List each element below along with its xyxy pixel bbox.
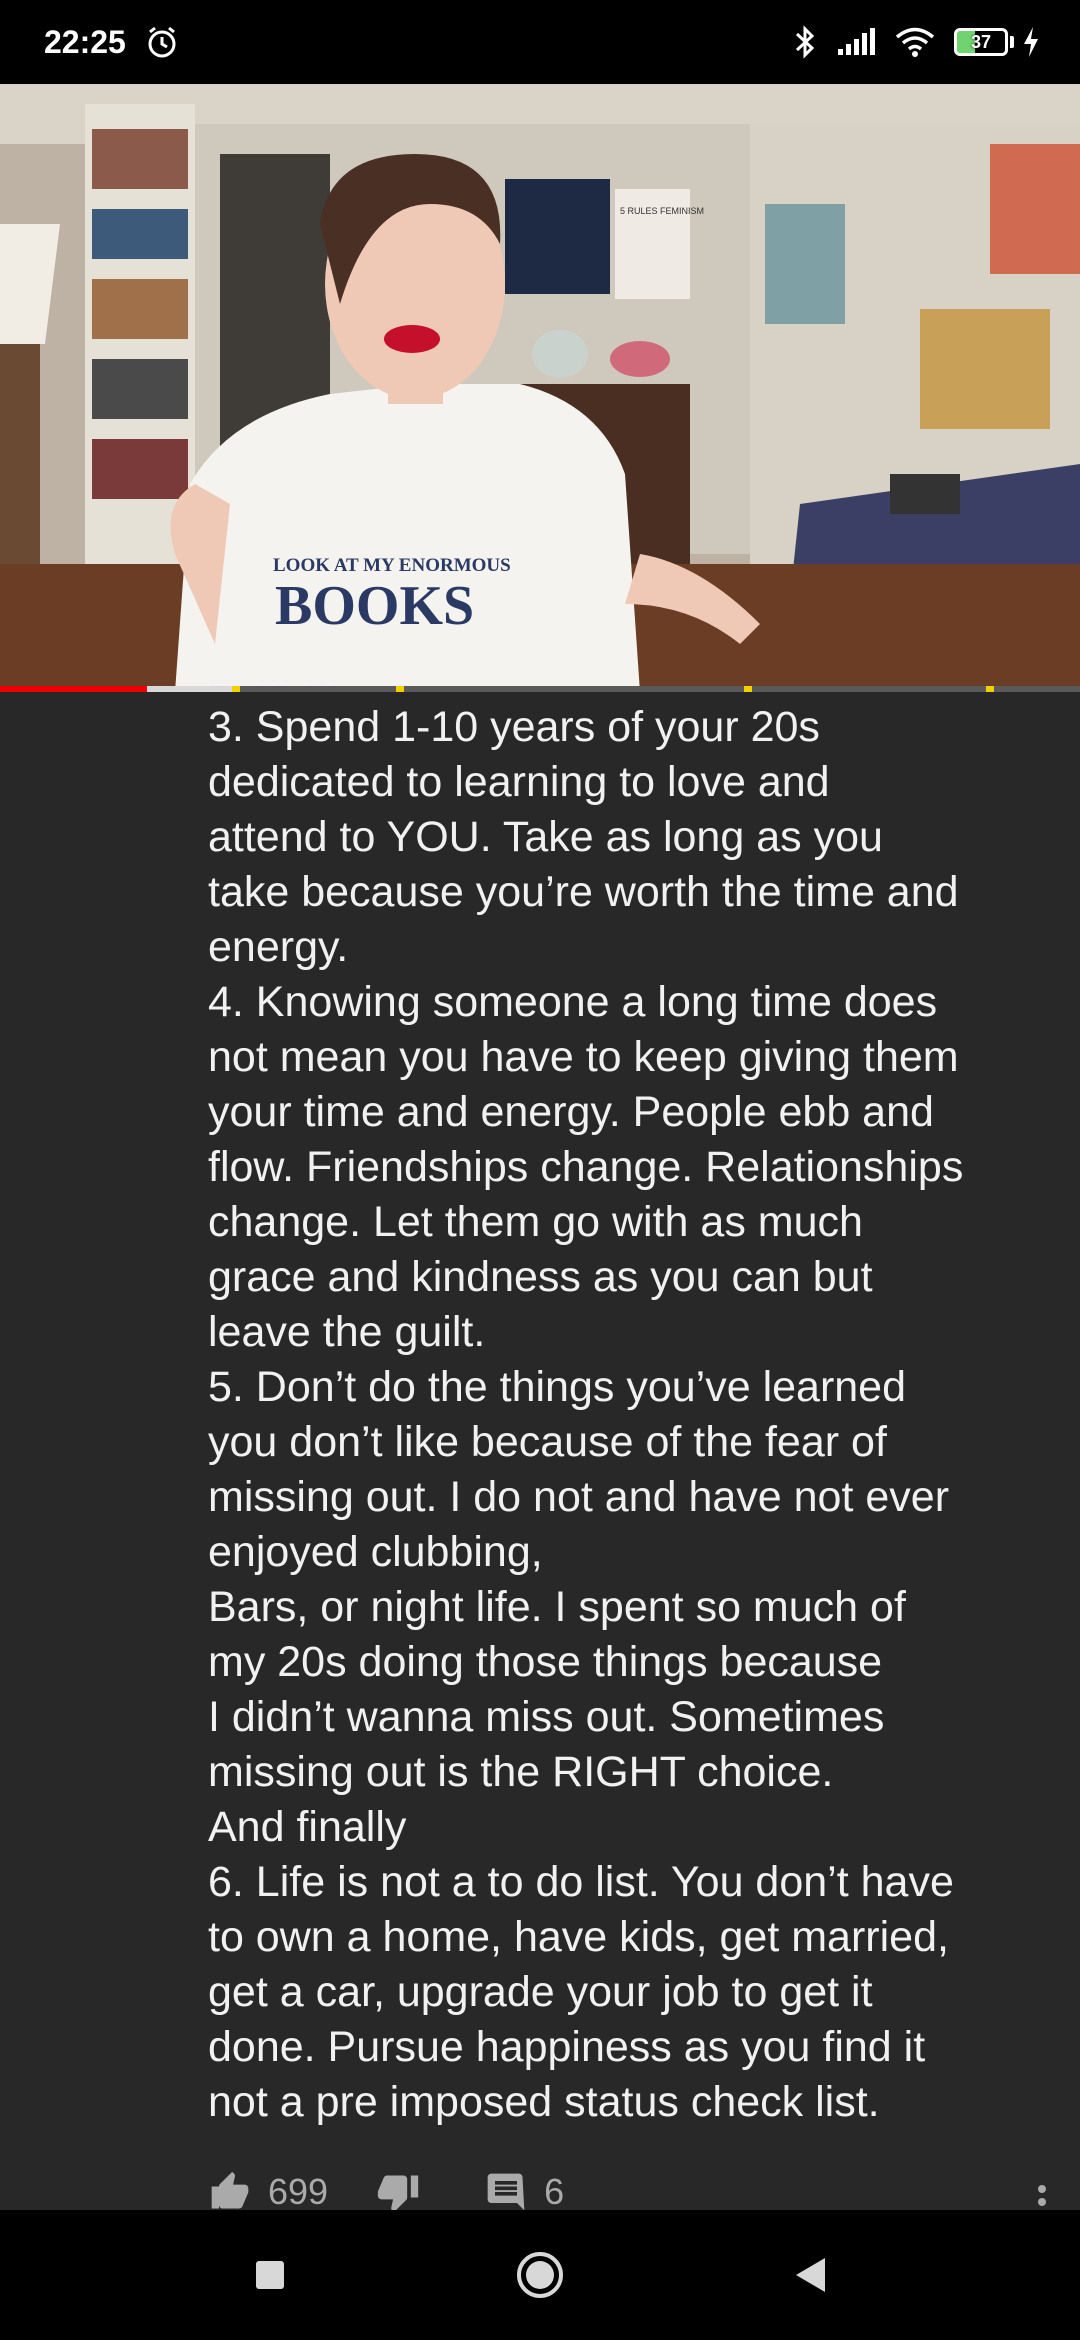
- like-count: 699: [268, 2171, 329, 2210]
- comment-line: grace and kindness as you can but: [208, 1253, 873, 1301]
- status-bar: 22:25 37: [0, 0, 1080, 84]
- comment-line: And finally: [208, 1803, 407, 1851]
- comment-line: attend to YOU. Take as long as you: [208, 813, 883, 861]
- thumbs-up-icon: [211, 2171, 249, 2209]
- dislike-button[interactable]: [376, 2170, 436, 2210]
- alarm-icon: [144, 24, 180, 60]
- clock-time: 22:25: [44, 23, 126, 60]
- triangle-back-icon: [796, 2258, 825, 2292]
- comment-line: energy.: [208, 923, 349, 971]
- comment-line: 6. Life is not a to do list. You don’t h…: [208, 1858, 954, 1906]
- poster-text: 5 RULES FEMINISM: [620, 206, 704, 216]
- shirt-text-top: LOOK AT MY ENORMOUS: [273, 555, 511, 576]
- square-icon: [256, 2261, 284, 2289]
- comment-line: 5. Don’t do the things you’ve learned: [208, 1363, 907, 1411]
- comment-line: missing out is the RIGHT choice.: [208, 1748, 834, 1796]
- bluetooth-icon: [792, 24, 818, 60]
- comment-line: change. Let them go with as much: [208, 1198, 863, 1246]
- thumbs-down-icon: [377, 2175, 419, 2210]
- wifi-icon: [894, 26, 936, 58]
- like-button[interactable]: 699: [208, 2170, 328, 2210]
- comment-line: dedicated to learning to love and: [208, 758, 830, 806]
- comment-line: Bars, or night life. I spent so much of: [208, 1583, 906, 1631]
- back-button[interactable]: [765, 2230, 855, 2320]
- more-options-button[interactable]: [1036, 2184, 1048, 2210]
- comment-line: not mean you have to keep giving them: [208, 1033, 959, 1081]
- charging-icon: [1022, 26, 1040, 58]
- more-vertical-icon: [1038, 2185, 1046, 2206]
- comment-line: take because you’re worth the time and: [208, 868, 959, 916]
- comment-line: missing out. I do not and have not ever: [208, 1473, 950, 1521]
- comment-line: you don’t like because of the fear of: [208, 1418, 887, 1466]
- signal-icon: [836, 27, 876, 57]
- comment-line: I didn’t wanna miss out. Sometimes: [208, 1693, 885, 1741]
- comment-line: to own a home, have kids, get married,: [208, 1913, 949, 1961]
- video-player[interactable]: LOOK AT MY ENORMOUS BOOKS 5 RULES FEMINI…: [0, 84, 1080, 692]
- comment-actions: 699 6: [208, 2170, 1048, 2210]
- comment-line: flow. Friendships change. Relationships: [208, 1143, 964, 1191]
- battery-icon: 37: [954, 28, 1014, 56]
- reply-count: 6: [544, 2171, 565, 2210]
- comment-cut-line: 2. ... ...: [208, 680, 708, 700]
- comment-line: leave the guilt.: [208, 1308, 486, 1356]
- ad-marker: [744, 686, 752, 692]
- reply-button[interactable]: 6: [484, 2170, 564, 2210]
- recents-button[interactable]: [225, 2230, 315, 2320]
- comment-line: 4. Knowing someone a long time does: [208, 978, 938, 1026]
- comment-line: get a car, upgrade your job to get it: [208, 1968, 873, 2016]
- comment-line: my 20s doing those things because: [208, 1638, 883, 1686]
- circle-icon: [517, 2252, 563, 2298]
- system-navigation-bar: [0, 2210, 1080, 2340]
- comment-line: 3. Spend 1-10 years of your 20s: [208, 703, 820, 751]
- comment-line: done. Pursue happiness as you find it: [208, 2023, 926, 2071]
- comment-icon: [487, 2173, 525, 2210]
- home-button[interactable]: [495, 2230, 585, 2320]
- shirt-text-main: BOOKS: [275, 575, 474, 637]
- comment-line: not a pre imposed status check list.: [208, 2078, 880, 2126]
- comment-line: your time and energy. People ebb and: [208, 1088, 934, 1136]
- comment-line: enjoyed clubbing,: [208, 1528, 543, 1576]
- comment-body: 3. Spend 1-10 years of your 20s dedicate…: [208, 700, 1038, 2130]
- progress-played: [0, 686, 147, 692]
- ad-marker: [986, 686, 994, 692]
- battery-level: 37: [970, 31, 992, 52]
- video-frame: LOOK AT MY ENORMOUS BOOKS 5 RULES FEMINI…: [0, 84, 1080, 692]
